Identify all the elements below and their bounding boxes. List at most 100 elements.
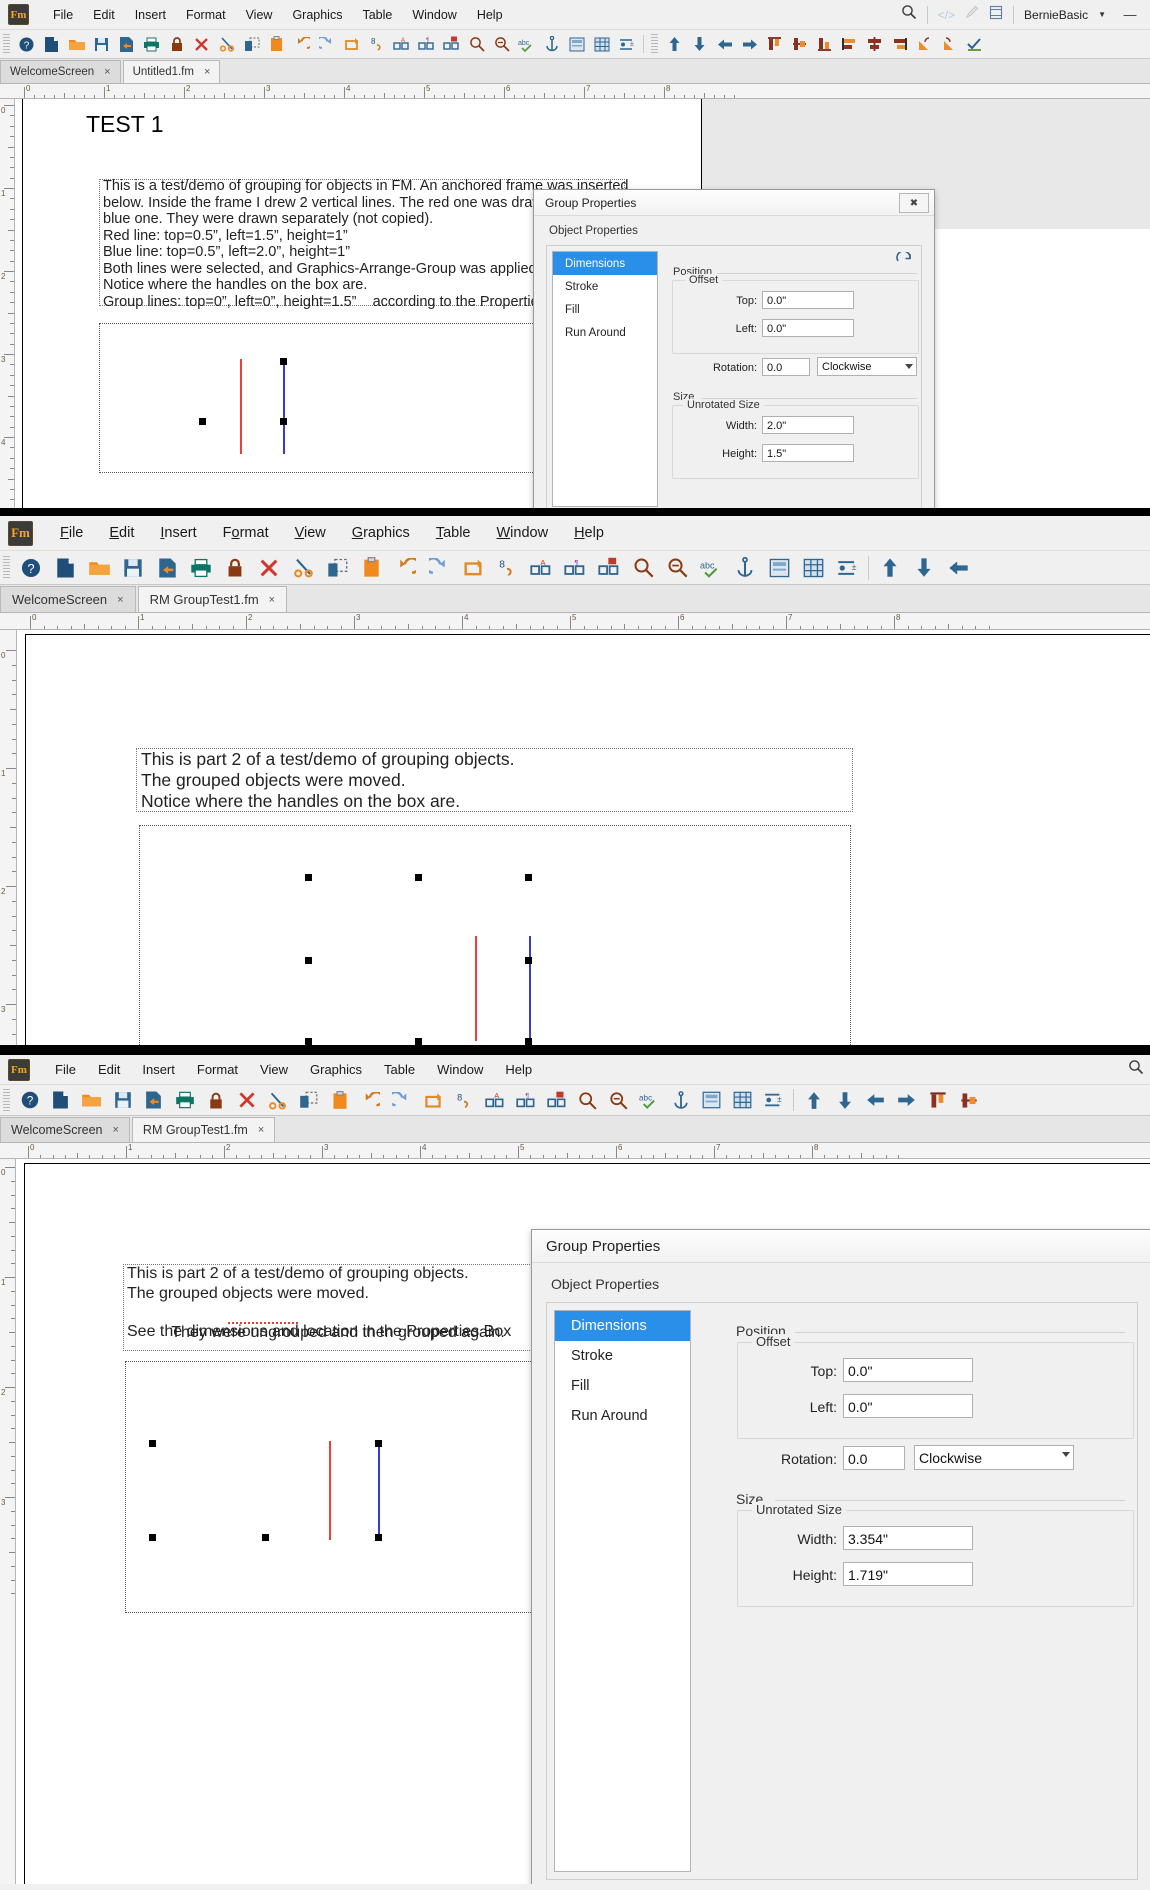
menu-file[interactable]: File (43, 8, 83, 22)
selection-handle[interactable] (280, 418, 287, 425)
close-icon[interactable] (231, 1087, 262, 1114)
find-change-icon[interactable]: 8 (490, 553, 524, 582)
fm-logo-icon[interactable]: Fm (8, 4, 29, 25)
group-properties-dialog-1[interactable]: Group Properties ✖ Object Properties Dim… (533, 189, 935, 508)
print-icon[interactable] (184, 553, 218, 582)
find-change-icon[interactable]: 8 (448, 1087, 479, 1114)
repeat-icon[interactable] (339, 32, 364, 56)
selection-handle[interactable] (280, 358, 287, 365)
menu-edit[interactable]: Edit (83, 8, 125, 22)
menu-edit[interactable]: Edit (96, 525, 147, 541)
move-up-icon[interactable] (662, 32, 687, 56)
align-right-icon[interactable] (887, 32, 912, 56)
menu-view[interactable]: View (282, 525, 339, 541)
dialog-nav-list[interactable]: Dimensions Stroke Fill Run Around (552, 251, 658, 507)
align-middle-icon[interactable] (953, 1087, 984, 1114)
print-icon[interactable] (139, 32, 164, 56)
selection-handle[interactable] (525, 1038, 532, 1045)
menu-graphics[interactable]: Graphics (299, 1062, 373, 1077)
close-icon[interactable] (252, 553, 286, 582)
rotation-direction-select[interactable]: Clockwise (914, 1445, 1074, 1470)
height-field[interactable]: 1.719" (843, 1562, 973, 1586)
blue-line[interactable] (283, 359, 285, 454)
menu-view[interactable]: View (236, 8, 283, 22)
menu-format[interactable]: Format (210, 525, 282, 541)
zoom-in-icon[interactable] (464, 32, 489, 56)
move-left-icon[interactable] (712, 32, 737, 56)
close-icon[interactable] (189, 32, 214, 56)
dialog-titlebar[interactable]: Group Properties (532, 1230, 1150, 1263)
top-field[interactable]: 0.0" (843, 1358, 973, 1382)
document-canvas-3[interactable]: 0 1 2 3 This is part 2 of a test/demo of gr… (0, 1159, 1150, 1884)
move-down-icon[interactable] (907, 553, 941, 582)
selection-handle[interactable] (305, 874, 312, 881)
zoom-out-icon[interactable] (603, 1087, 634, 1114)
save-as-icon[interactable] (114, 32, 139, 56)
vertical-ruler-1[interactable]: 012345 (0, 99, 15, 508)
toolbar-grip[interactable] (3, 1089, 10, 1111)
repeat-icon[interactable] (456, 553, 490, 582)
chevron-down-icon[interactable] (1062, 1452, 1070, 1457)
new-document-icon[interactable] (48, 553, 82, 582)
nav-item-stroke[interactable]: Stroke (553, 275, 657, 298)
width-field[interactable]: 2.0" (762, 416, 854, 434)
menu-table[interactable]: Table (352, 8, 402, 22)
apply-check-icon[interactable] (962, 32, 987, 56)
spelling-a-icon[interactable]: A (479, 1087, 510, 1114)
find-change-icon[interactable]: 8 (364, 32, 389, 56)
copy-icon[interactable] (320, 553, 354, 582)
menu-window[interactable]: Window (426, 1062, 494, 1077)
tab-welcomescreen[interactable]: WelcomeScreen × (0, 60, 121, 83)
close-icon[interactable]: × (269, 594, 275, 606)
save-icon[interactable] (107, 1087, 138, 1114)
menu-table[interactable]: Table (423, 525, 484, 541)
anchored-frame-1[interactable] (99, 323, 559, 473)
nav-item-stroke[interactable]: Stroke (555, 1341, 690, 1371)
vertical-ruler-2[interactable]: 0 1 2 3 (0, 630, 17, 1045)
zoom-out-icon[interactable] (660, 553, 694, 582)
chevron-down-icon[interactable] (905, 364, 913, 369)
structure-view-icon[interactable] (989, 5, 1003, 25)
fm-logo-icon[interactable]: Fm (8, 520, 33, 546)
save-as-icon[interactable] (138, 1087, 169, 1114)
page-layout-icon[interactable] (564, 32, 589, 56)
menu-view[interactable]: View (249, 1062, 299, 1077)
zoom-in-icon[interactable] (572, 1087, 603, 1114)
menu-edit[interactable]: Edit (87, 1062, 131, 1077)
table-tag-icon[interactable] (439, 32, 464, 56)
spelling-a-icon[interactable]: A (524, 553, 558, 582)
menu-insert[interactable]: Insert (131, 1062, 186, 1077)
dialog-nav-list[interactable]: Dimensions Stroke Fill Run Around (554, 1310, 691, 1872)
paragraph-tag-icon[interactable]: ¶ (510, 1087, 541, 1114)
redo-icon[interactable] (314, 32, 339, 56)
spell-check-icon[interactable]: abc (514, 32, 539, 56)
group-properties-dialog-3[interactable]: Group Properties Object Properties Dimen… (531, 1229, 1150, 1884)
minimize-button[interactable]: — (1116, 6, 1144, 24)
toolbar-grip-2[interactable] (651, 34, 658, 54)
menu-table[interactable]: Table (373, 1062, 426, 1077)
rotation-field[interactable]: 0.0 (762, 358, 810, 376)
horizontal-ruler-3[interactable]: 0 1 2 3 4 5 6 7 8 (0, 1143, 1150, 1159)
search-icon[interactable] (901, 4, 917, 25)
open-folder-icon[interactable] (64, 32, 89, 56)
lock-icon[interactable] (164, 32, 189, 56)
align-middle-icon[interactable] (787, 32, 812, 56)
rotate-ccw-icon[interactable] (937, 32, 962, 56)
nav-item-dimensions[interactable]: Dimensions (555, 1311, 690, 1341)
anchor-icon[interactable] (728, 553, 762, 582)
red-line[interactable] (329, 1441, 331, 1540)
align-top-icon[interactable] (762, 32, 787, 56)
move-right-icon[interactable] (737, 32, 762, 56)
nav-item-dimensions[interactable]: Dimensions (553, 252, 657, 275)
selection-handle[interactable] (149, 1440, 156, 1447)
align-top-icon[interactable] (922, 1087, 953, 1114)
table-tag-icon[interactable] (541, 1087, 572, 1114)
paste-clipboard-icon[interactable] (264, 32, 289, 56)
menu-graphics[interactable]: Graphics (282, 8, 352, 22)
selection-handle[interactable] (149, 1534, 156, 1541)
anchor-icon[interactable] (539, 32, 564, 56)
spell-check-icon[interactable]: abc (694, 553, 728, 582)
user-account-label[interactable]: BernieBasic (1024, 8, 1088, 22)
menu-help[interactable]: Help (494, 1062, 543, 1077)
zoom-in-icon[interactable] (626, 553, 660, 582)
